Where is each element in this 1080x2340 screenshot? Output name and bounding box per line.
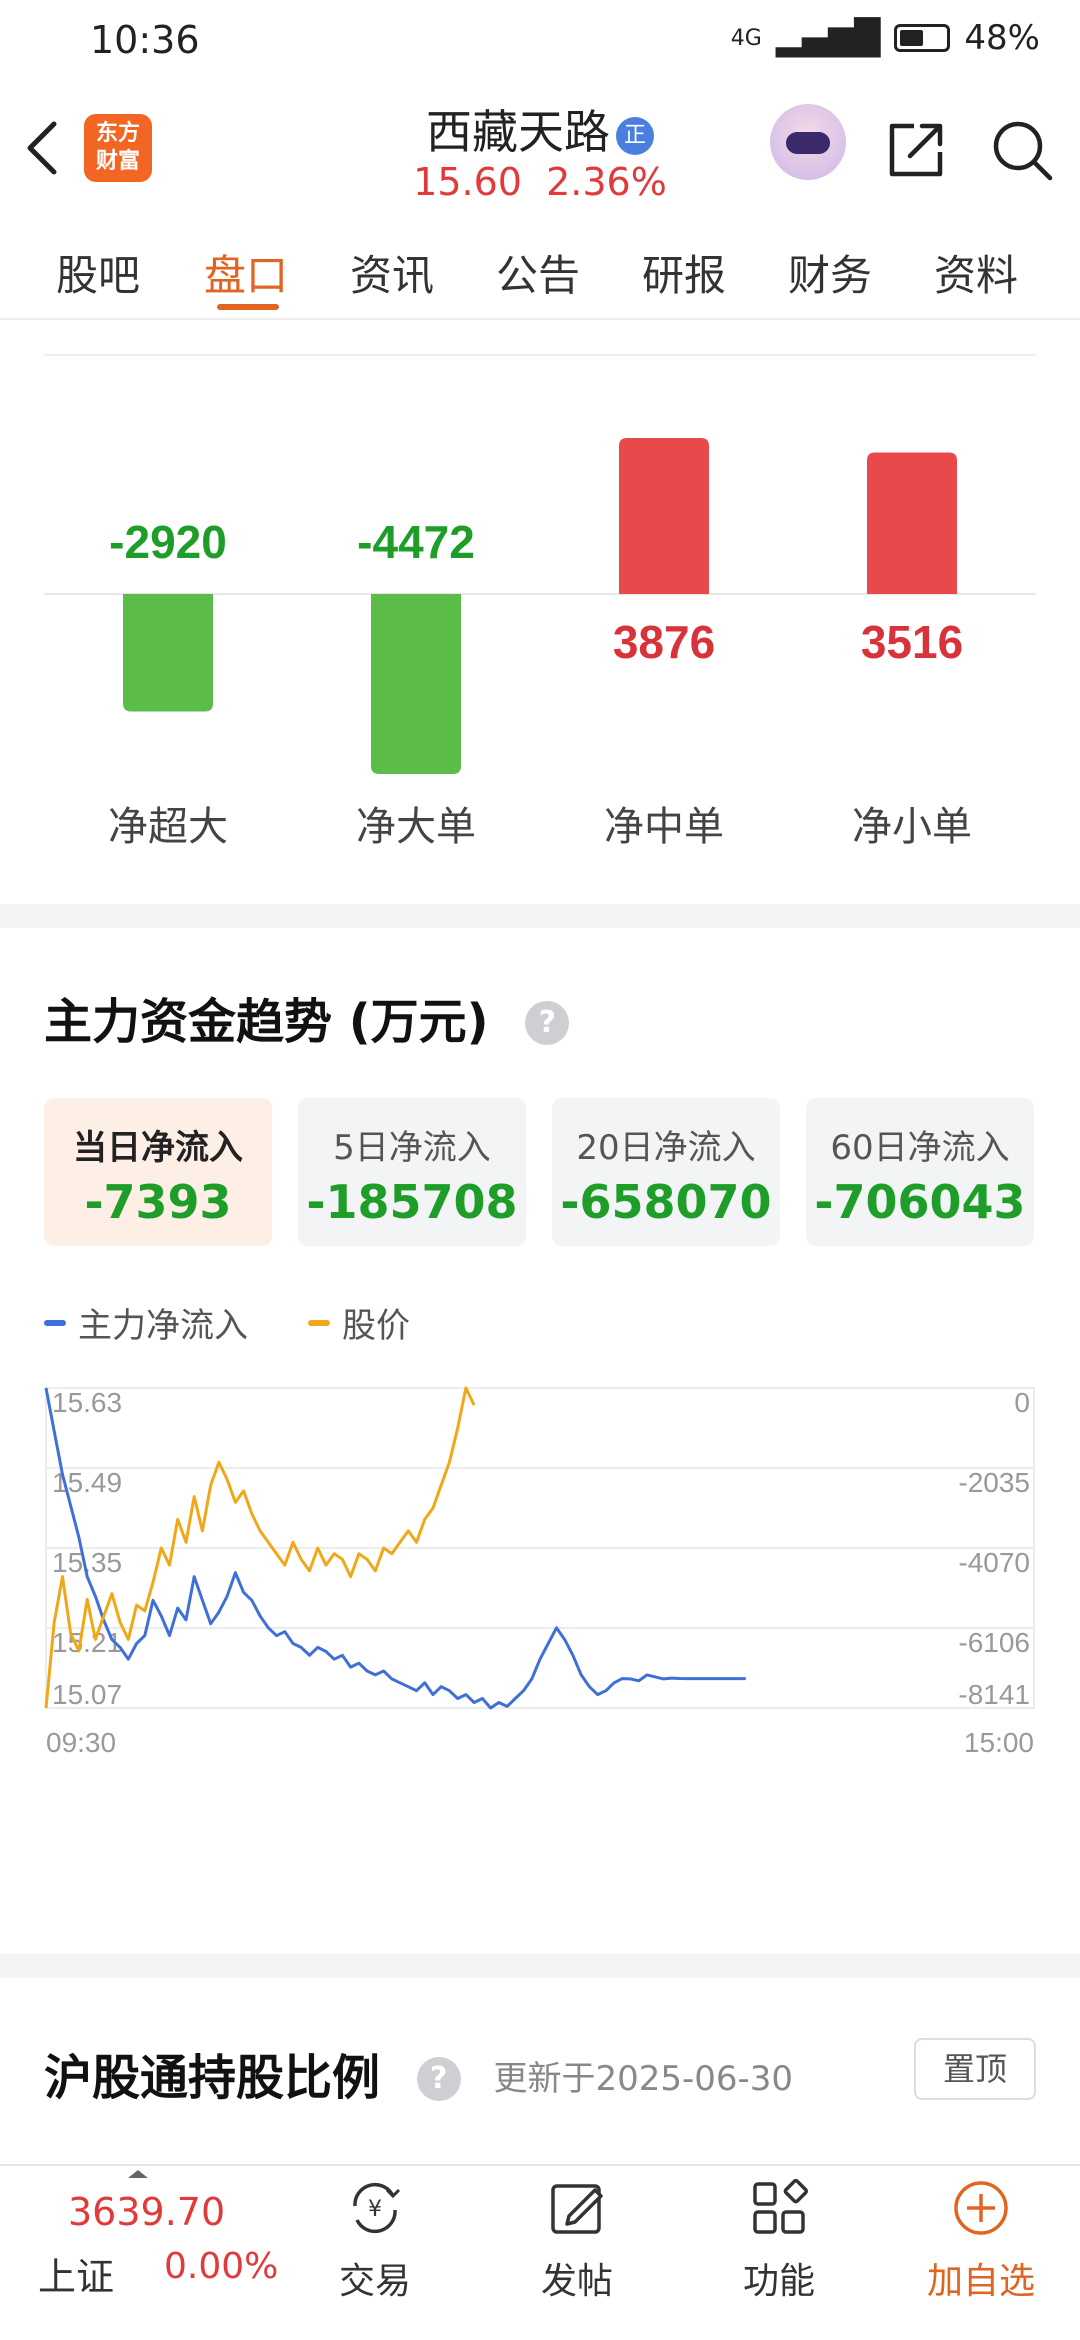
battery-icon [894,24,951,52]
nav-functions[interactable]: 功能 [704,2176,854,2304]
bar-0 [123,594,213,712]
plus-circle-icon [954,2181,1008,2235]
stock-change: 2.36% [546,160,667,204]
updated-date: 更新于2025-06-30 [493,2059,794,2099]
nav-label: 功能 [742,2261,815,2302]
bar-category-label: 净小单 [852,804,972,850]
help-icon[interactable]: ? [525,1001,570,1045]
yuan-refresh-icon: ¥ [353,2182,401,2234]
stock-header: 东方 财富 西藏天路正 15.60 2.36% [0,84,1080,216]
hold-title-text: 沪股通持股比例 [44,2050,381,2106]
bar-category-label: 净中单 [604,804,724,850]
y-left-tick: 15.63 [52,1387,122,1418]
tab-news[interactable]: 资讯 [350,242,434,303]
hold-title: 沪股通持股比例 ? 更新于2025-06-30 [44,2038,793,2108]
bar-value-label: -2920 [109,516,227,568]
tile-value: -185708 [306,1175,518,1229]
trend-title: 主力资金趋势 (万元) [44,994,489,1050]
legend-label: 股价 [342,1306,410,1346]
tile-label: 5日净流入 [333,1128,491,1168]
legend-swatch [44,1319,66,1326]
battery-percent: 48% [964,18,1040,58]
help-icon[interactable]: ? [416,2057,461,2101]
caret-up-icon[interactable] [126,2168,150,2180]
tab-announcements[interactable]: 公告 [496,242,580,303]
stock-price: 15.60 [413,160,522,204]
bottom-bar: 3639.70 上证 0.00% ¥ 交易 发帖 功能 加自选 [0,2164,1080,2340]
bar-category-label: 净大单 [356,804,476,850]
net-flow-bar-chart: -2920 净超大 -4472 净大单 3876 净中单 3516 净小单 [44,437,1036,850]
status-time: 10:36 [90,18,200,62]
chart-legend: 主力净流入 股价 [44,1298,470,1347]
index-value[interactable]: 3639.70 [68,2190,225,2234]
bar-2 [619,437,709,594]
share-icon[interactable] [884,118,948,182]
bar-1 [371,594,461,774]
tile-label: 当日净流入 [73,1128,243,1168]
bar-category-label: 净超大 [108,804,228,850]
assistant-avatar[interactable] [770,104,846,180]
index-name[interactable]: 上证 [38,2246,114,2301]
legend-item-price: 股价 [308,1298,410,1347]
grid-icon [753,2178,809,2234]
y-left-tick: 15.21 [52,1627,122,1658]
section-title: 主力资金趋势 (万元) ? [44,982,570,1052]
legend-item-flow: 主力净流入 [44,1298,248,1347]
tab-guba[interactable]: 股吧 [56,242,140,303]
tile-value: -658070 [560,1175,772,1229]
tab-finance[interactable]: 财务 [788,242,872,303]
y-right-tick: -2035 [958,1467,1030,1498]
edit-icon [551,2184,603,2234]
tab-bar: 股吧 盘口 资讯 公告 研报 财务 资料 [0,216,1080,320]
capital-trend-card: 主力资金趋势 (万元) ? 当日净流入 -7393 5日净流入 -185708 … [0,928,1080,1954]
stock-name: 西藏天路 [426,105,610,159]
network-label: 4G [730,25,762,51]
tile-label: 60日净流入 [830,1128,1010,1168]
bar-value-label: -4472 [357,516,475,568]
status-badge: 正 [616,117,654,155]
x-start-tick: 09:30 [46,1727,116,1758]
y-left-tick: 15.07 [52,1679,122,1710]
trend-line-chart: 15.6315.4915.3515.2115.070-2035-4070-610… [44,1386,1035,1758]
index-change[interactable]: 0.00% [164,2246,278,2287]
status-bar: 10:36 4G ▂▄▆█ 48% [0,0,1080,84]
legend-swatch [308,1319,330,1326]
nav-add-watchlist[interactable]: 加自选 [906,2176,1056,2304]
nav-label: 发帖 [540,2261,613,2302]
search-icon[interactable] [988,116,1056,184]
tile-label: 20日净流入 [576,1128,756,1168]
nav-trade[interactable]: ¥ 交易 [300,2176,450,2304]
net-flow-card: -2920 净超大 -4472 净大单 3876 净中单 3516 净小单 [0,320,1080,904]
status-icons: 4G ▂▄▆█ 48% [731,18,1040,58]
bar-3 [867,452,957,594]
legend-label: 主力净流入 [78,1306,248,1346]
tab-pankou[interactable]: 盘口 [204,242,288,303]
tile-5day[interactable]: 5日净流入 -185708 [298,1098,526,1246]
bar-value-label: 3876 [613,616,715,668]
x-end-tick: 15:00 [964,1727,1034,1758]
tile-60day[interactable]: 60日净流入 -706043 [806,1098,1034,1246]
tab-research[interactable]: 研报 [642,242,726,303]
tile-value: -706043 [814,1175,1026,1229]
nav-label: 加自选 [926,2261,1035,2302]
svg-text:¥: ¥ [368,2197,382,2222]
bar-value-label: 3516 [861,616,963,668]
tile-today[interactable]: 当日净流入 -7393 [44,1098,272,1246]
signal-icon: ▂▄▆█ [775,18,881,58]
tab-profile[interactable]: 资料 [934,242,1018,303]
y-right-tick: 0 [1014,1387,1030,1418]
active-tab-indicator [217,304,279,310]
y-right-tick: -6106 [958,1627,1030,1658]
tile-20day[interactable]: 20日净流入 -658070 [552,1098,780,1246]
pin-button[interactable]: 置顶 [914,2038,1036,2100]
y-right-tick: -8141 [958,1679,1030,1710]
nav-post[interactable]: 发帖 [502,2176,652,2304]
tile-value: -7393 [84,1175,232,1229]
y-right-tick: -4070 [958,1547,1030,1578]
nav-label: 交易 [338,2261,411,2302]
